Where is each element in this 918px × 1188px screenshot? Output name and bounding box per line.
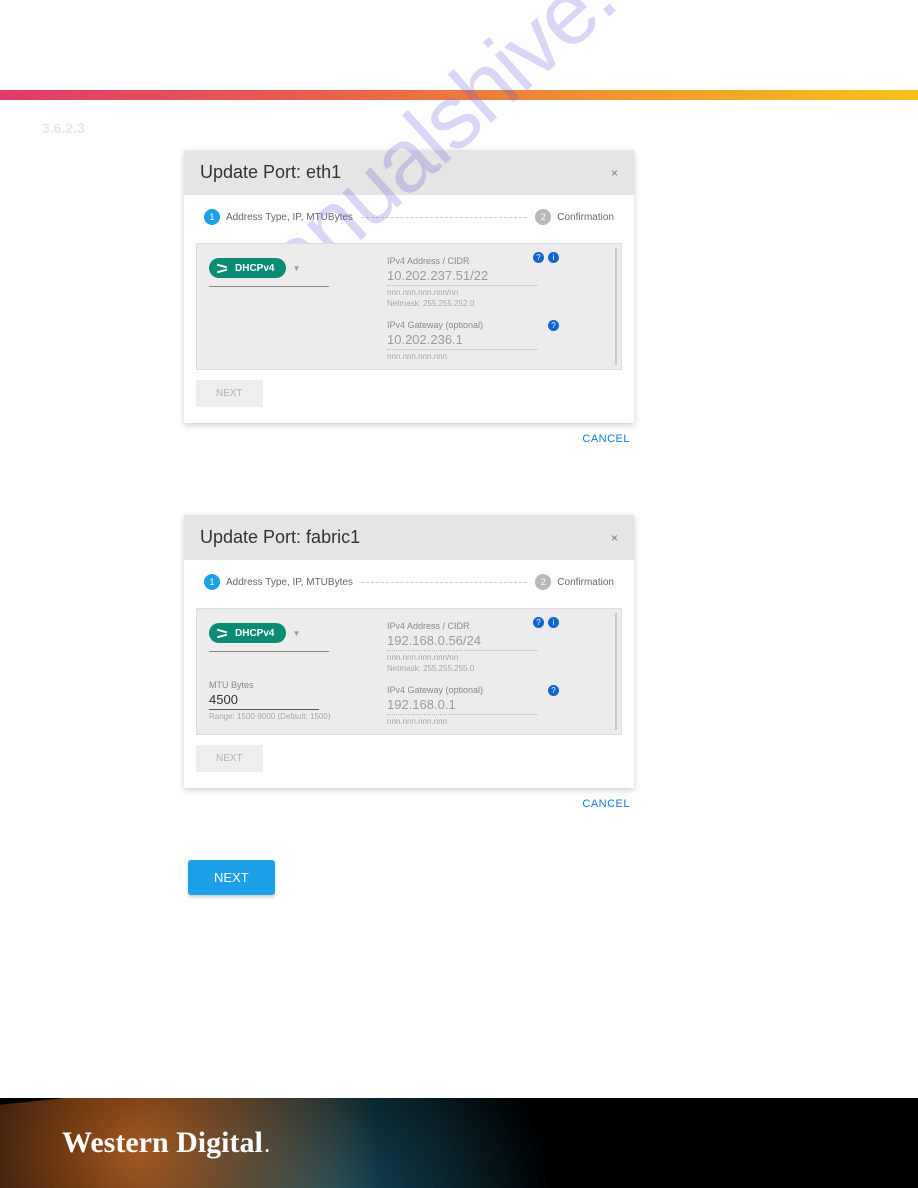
- step-1-badge: 1: [204, 209, 220, 225]
- shuffle-icon: [217, 627, 229, 639]
- ipv4-address-field[interactable]: 192.168.0.56/24: [387, 631, 537, 651]
- scrollbar[interactable]: [615, 613, 617, 730]
- dhcp-pill: DHCPv4: [209, 623, 286, 643]
- page-footer: Western Digital.: [0, 1098, 918, 1188]
- ipv4-gateway-label: IPv4 Gateway (optional): [387, 685, 609, 695]
- step-1-label: Address Type, IP, MTUBytes: [226, 577, 353, 588]
- ipv4-address-hint: nnn.nnn.nnn.nnn/nn: [387, 653, 609, 662]
- update-port-dialog-eth1: Update Port: eth1 × 1 Address Type, IP, …: [184, 150, 634, 423]
- close-icon[interactable]: ×: [611, 166, 618, 180]
- step-divider: [361, 217, 527, 218]
- mtu-field[interactable]: 4500: [209, 690, 319, 710]
- dialog-title: Update Port: eth1: [200, 162, 341, 183]
- cancel-link[interactable]: CANCEL: [184, 423, 634, 445]
- form-panel: DHCPv4 ▼ MTU Bytes 4500 Range: 1500-9000…: [196, 608, 622, 735]
- step-2-badge: 2: [535, 574, 551, 590]
- dhcp-pill: DHCPv4: [209, 258, 286, 278]
- step-2-badge: 2: [535, 209, 551, 225]
- dhcp-label: DHCPv4: [235, 628, 274, 639]
- step-divider: [361, 582, 527, 583]
- scrollbar[interactable]: [615, 248, 617, 365]
- netmask-text: Netmask: 255.255.255.0: [387, 664, 609, 673]
- wizard-stepper: 1 Address Type, IP, MTUBytes 2 Confirmat…: [184, 560, 634, 600]
- chevron-down-icon: ▼: [292, 264, 300, 273]
- ipv4-gateway-field[interactable]: 192.168.0.1: [387, 695, 537, 715]
- step-1-badge: 1: [204, 574, 220, 590]
- gradient-header-bar: [0, 90, 918, 100]
- ipv4-address-field[interactable]: 10.202.237.51/22: [387, 266, 537, 286]
- netmask-text: Netmask: 255.255.252.0: [387, 299, 609, 308]
- dhcp-label: DHCPv4: [235, 263, 274, 274]
- ipv4-address-label: IPv4 Address / CIDR: [387, 256, 609, 266]
- ipv4-gateway-hint: nnn.nnn.nnn.nnn: [387, 352, 609, 361]
- info-icon[interactable]: i: [548, 617, 559, 628]
- next-button[interactable]: NEXT: [196, 380, 263, 407]
- address-type-select[interactable]: DHCPv4 ▼: [209, 619, 329, 652]
- brand-text: Western Digital: [62, 1126, 263, 1160]
- close-icon[interactable]: ×: [611, 531, 618, 545]
- info-icon[interactable]: i: [548, 252, 559, 263]
- mtu-hint: Range: 1500-9000 (Default: 1500): [209, 712, 359, 721]
- help-icon[interactable]: ?: [548, 685, 559, 696]
- step-1-label: Address Type, IP, MTUBytes: [226, 212, 353, 223]
- step-2-label: Confirmation: [557, 577, 614, 588]
- ipv4-address-hint: nnn.nnn.nnn.nnn/nn: [387, 288, 609, 297]
- help-icon[interactable]: ?: [533, 617, 544, 628]
- step-2-label: Confirmation: [557, 212, 614, 223]
- update-port-dialog-fabric1: Update Port: fabric1 × 1 Address Type, I…: [184, 515, 634, 788]
- chevron-down-icon: ▼: [292, 629, 300, 638]
- ipv4-gateway-label: IPv4 Gateway (optional): [387, 320, 609, 330]
- dialog-header: Update Port: fabric1 ×: [184, 515, 634, 560]
- ipv4-gateway-hint: nnn.nnn.nnn.nnn: [387, 717, 609, 726]
- mtu-label: MTU Bytes: [209, 680, 359, 690]
- shuffle-icon: [217, 262, 229, 274]
- form-panel: DHCPv4 ▼ ? i IPv4 Address / CIDR 10.202.…: [196, 243, 622, 370]
- ipv4-address-label: IPv4 Address / CIDR: [387, 621, 609, 631]
- wizard-stepper: 1 Address Type, IP, MTUBytes 2 Confirmat…: [184, 195, 634, 235]
- help-icon[interactable]: ?: [533, 252, 544, 263]
- cancel-link[interactable]: CANCEL: [184, 788, 634, 810]
- address-type-select[interactable]: DHCPv4 ▼: [209, 254, 329, 287]
- help-icon[interactable]: ?: [548, 320, 559, 331]
- dialog-title: Update Port: fabric1: [200, 527, 360, 548]
- primary-next-button[interactable]: NEXT: [188, 860, 275, 895]
- ipv4-gateway-field[interactable]: 10.202.236.1: [387, 330, 537, 350]
- dialog-header: Update Port: eth1 ×: [184, 150, 634, 195]
- next-button[interactable]: NEXT: [196, 745, 263, 772]
- section-number: 3.6.2.3: [42, 120, 85, 136]
- western-digital-logo: Western Digital.: [62, 1126, 269, 1160]
